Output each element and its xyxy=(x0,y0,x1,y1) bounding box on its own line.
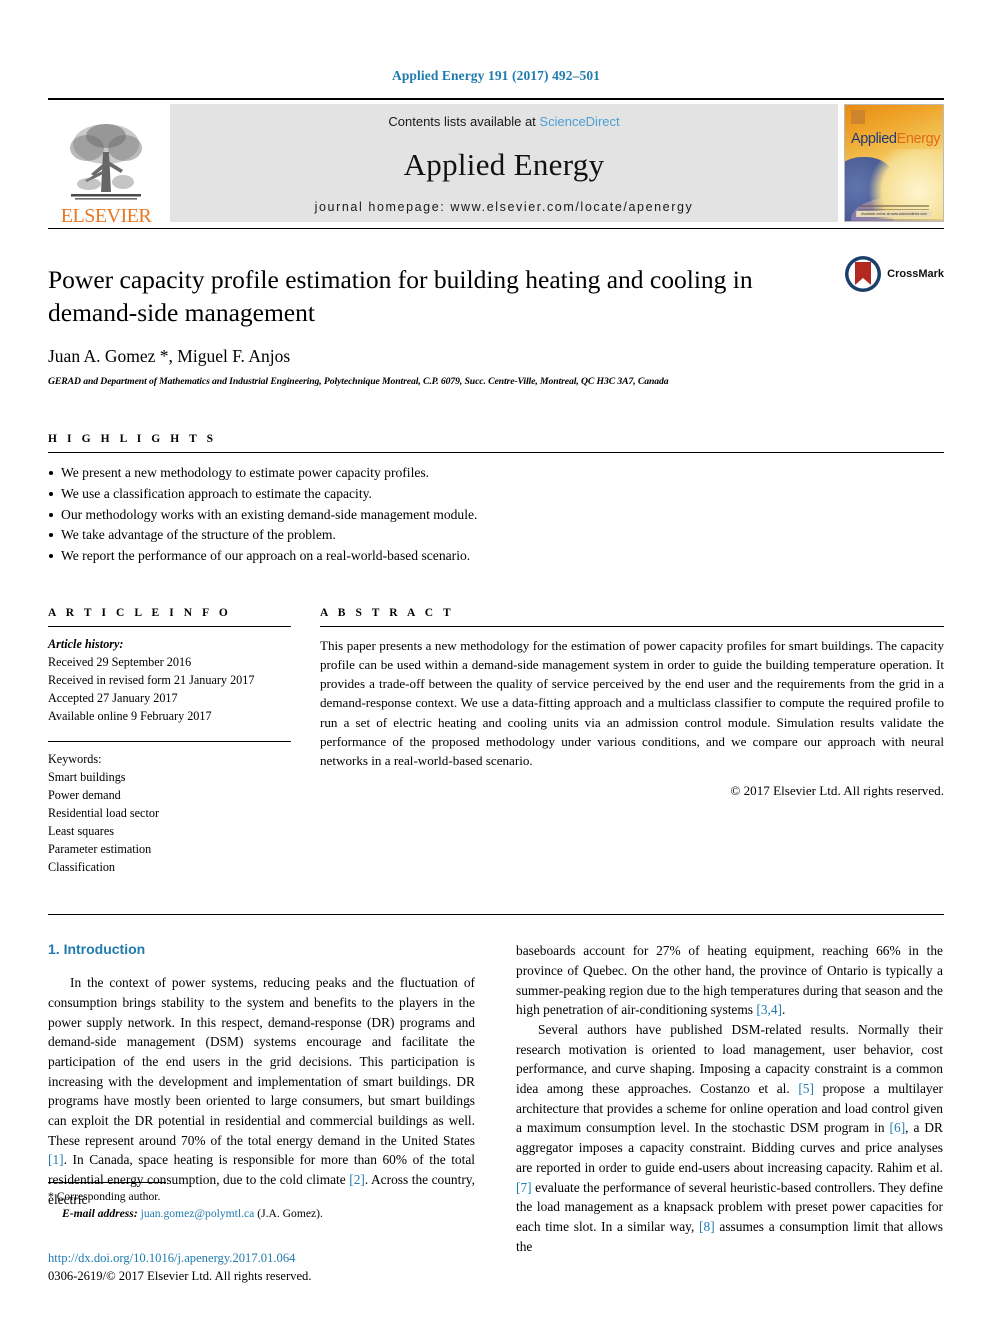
cover-title: AppliedEnergy xyxy=(851,131,941,147)
abstract-copyright: © 2017 Elsevier Ltd. All rights reserved… xyxy=(730,783,944,799)
article-history-label: Article history: xyxy=(48,636,124,651)
body-column-right: baseboards account for 27% of heating eq… xyxy=(516,941,943,1256)
corresponding-author-note: * Corresponding author. xyxy=(48,1190,161,1203)
reference-link-1[interactable]: [1] xyxy=(48,1152,64,1167)
cover-title-applied: Applied xyxy=(851,131,897,147)
reference-link-7[interactable]: [7] xyxy=(516,1180,532,1195)
par-text: baseboards account for 27% of heating eq… xyxy=(516,943,943,1018)
title-block: CrossMark Power capacity profile estimat… xyxy=(48,228,944,387)
article-history-block: Article history: Received 29 September 2… xyxy=(48,635,320,725)
list-item: We report the performance of our approac… xyxy=(48,546,944,567)
keywords-rule xyxy=(48,740,291,742)
history-item: Received in revised form 21 January 2017 xyxy=(48,672,255,687)
journal-title: Applied Energy xyxy=(403,146,605,182)
running-head: Applied Energy 191 (2017) 492–501 xyxy=(391,68,601,83)
crossmark-icon xyxy=(845,256,882,292)
body-paragraph: baseboards account for 27% of heating eq… xyxy=(516,941,943,1020)
highlights-heading: H I G H L I G H T S xyxy=(48,433,217,446)
article-info-heading: A R T I C L E I N F O xyxy=(48,606,232,619)
history-item: Accepted 27 January 2017 xyxy=(48,690,178,705)
body-paragraph: In the context of power systems, reducin… xyxy=(48,973,475,1209)
reference-link-8[interactable]: [8] xyxy=(699,1219,715,1234)
issn-copyright-line: 0306-2619/© 2017 Elsevier Ltd. All right… xyxy=(48,1269,312,1284)
contents-lists-line: Contents lists available at ScienceDirec… xyxy=(388,114,619,129)
keyword-item: Least squares xyxy=(48,823,114,838)
email-link[interactable]: juan.gomez@polymtl.ca xyxy=(141,1207,255,1220)
doi-link[interactable]: http://dx.doi.org/10.1016/j.apenergy.201… xyxy=(48,1249,548,1267)
page-title: Power capacity profile estimation for bu… xyxy=(48,265,753,328)
email-note: E-mail address: juan.gomez@polymtl.ca (J… xyxy=(48,1205,475,1222)
article-info-rule xyxy=(48,625,291,627)
history-item: Received 29 September 2016 xyxy=(48,654,192,669)
section-title-introduction: 1. Introduction xyxy=(48,941,146,958)
list-item: We present a new methodology to estimate… xyxy=(48,463,944,484)
article-info-column: A R T I C L E I N F O Article history: R… xyxy=(48,607,320,877)
par-text: In the context of power systems, reducin… xyxy=(48,975,475,1148)
keyword-item: Residential load sector xyxy=(48,805,160,820)
elsevier-wordmark: ELSEVIER xyxy=(60,205,152,227)
keyword-item: Parameter estimation xyxy=(48,842,152,857)
highlights-rule xyxy=(48,452,944,454)
keyword-item: Classification xyxy=(48,860,116,875)
crossmark-label: CrossMark xyxy=(887,268,944,280)
par-text: . xyxy=(782,1002,786,1018)
crossmark-badge[interactable]: CrossMark xyxy=(844,255,944,293)
journal-article-page: Applied Energy 191 (2017) 492–501 ELSEVI… xyxy=(0,0,992,1323)
reference-link-6[interactable]: [6] xyxy=(890,1120,906,1135)
abstract-heading: A B S T R A C T xyxy=(320,606,455,619)
journal-masthead: ELSEVIER Contents lists available at Sci… xyxy=(48,98,944,228)
journal-cover-thumbnail: AppliedEnergy Available online at www.sc… xyxy=(844,104,944,222)
info-abstract-row: A R T I C L E I N F O Article history: R… xyxy=(48,607,944,877)
author-names: Juan A. Gomez *, Miguel F. Anjos xyxy=(48,346,291,367)
footnote-block: * Corresponding author. E-mail address: … xyxy=(48,1182,475,1223)
doi-block: http://dx.doi.org/10.1016/j.apenergy.201… xyxy=(48,1249,548,1286)
affiliation: GERAD and Department of Mathematics and … xyxy=(48,376,669,388)
abstract-column: A B S T R A C T This paper presents a ne… xyxy=(320,607,944,877)
list-item: Our methodology works with an existing d… xyxy=(48,505,944,526)
reference-link-3-4[interactable]: [3,4] xyxy=(756,1002,782,1017)
keyword-item: Smart buildings xyxy=(48,769,126,784)
body-separator-rule xyxy=(48,914,944,916)
cover-title-energy: Energy xyxy=(896,131,941,147)
history-item: Available online 9 February 2017 xyxy=(48,708,212,723)
abstract-rule xyxy=(320,625,944,627)
masthead-center-panel: Contents lists available at ScienceDirec… xyxy=(170,104,838,222)
footnote-rule xyxy=(48,1182,166,1183)
author-list: Juan A. Gomez *, Miguel F. Anjos xyxy=(48,346,944,367)
keyword-item: Power demand xyxy=(48,787,121,802)
contents-prefix: Contents lists available at xyxy=(388,114,536,129)
keywords-label: Keywords: xyxy=(48,751,102,766)
elsevier-logo: ELSEVIER xyxy=(48,100,164,228)
reference-link-5[interactable]: [5] xyxy=(798,1081,814,1096)
highlights-section: H I G H L I G H T S We present a new met… xyxy=(48,433,944,566)
sciencedirect-link[interactable]: ScienceDirect xyxy=(539,114,619,129)
keywords-block: Keywords: Smart buildings Power demand R… xyxy=(48,750,320,876)
body-paragraph: Several authors have published DSM-relat… xyxy=(516,1020,943,1256)
email-label: E-mail address: xyxy=(62,1207,138,1221)
cover-badge: Available online at www.sciencedirect.co… xyxy=(856,211,932,217)
abstract-text: This paper presents a new methodology fo… xyxy=(320,637,944,768)
cover-publisher-mark xyxy=(851,110,865,124)
email-suffix: (J.A. Gomez). xyxy=(257,1207,323,1221)
highlights-list: We present a new methodology to estimate… xyxy=(48,463,944,566)
journal-homepage-link[interactable]: journal homepage: www.elsevier.com/locat… xyxy=(315,200,694,214)
list-item: We take advantage of the structure of th… xyxy=(48,525,944,546)
list-item: We use a classification approach to esti… xyxy=(48,484,944,505)
elsevier-tree-icon xyxy=(70,124,142,200)
